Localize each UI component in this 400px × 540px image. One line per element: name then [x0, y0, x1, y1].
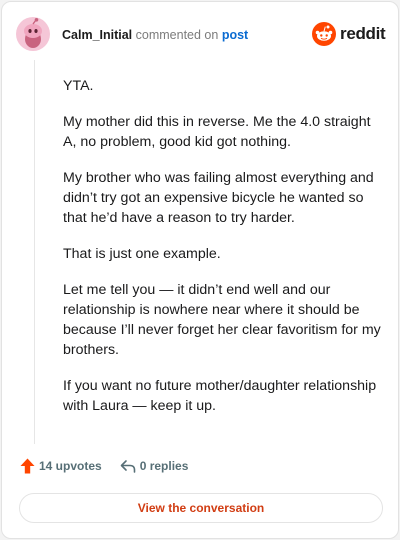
upvotes-count: 14 upvotes [39, 459, 102, 473]
upvote-arrow-icon [20, 458, 35, 474]
comment-meta: Calm_Initial commented on post [62, 28, 248, 42]
snoo-avatar-icon[interactable] [16, 17, 50, 51]
comment-body: YTA. My mother did this in reverse. Me t… [63, 76, 385, 432]
view-conversation-button[interactable]: View the conversation [19, 493, 383, 523]
username-link[interactable]: Calm_Initial [62, 28, 132, 42]
reddit-snoo-icon [312, 22, 336, 46]
reddit-wordmark: reddit [340, 24, 386, 43]
comment-paragraph: My mother did this in reverse. Me the 4.… [63, 114, 371, 150]
upvotes-stat[interactable]: 14 upvotes [20, 458, 102, 474]
comment-paragraph: If you want no future mother/daughter re… [63, 378, 377, 414]
comment-card: Calm_Initial commented on post reddit YT… [1, 1, 399, 539]
post-link[interactable]: post [222, 28, 248, 42]
comment-paragraph: My brother who was failing almost everyt… [63, 170, 374, 226]
comment-footer: 14 upvotes 0 replies [20, 458, 188, 474]
comment-paragraph: That is just one example. [63, 246, 221, 262]
comment-paragraph: Let me tell you — it didn’t end well and… [63, 282, 381, 358]
comment-paragraph: YTA. [63, 78, 94, 94]
replies-count: 0 replies [139, 459, 189, 473]
reply-arrow-icon [120, 460, 136, 473]
reddit-logo[interactable]: reddit [312, 22, 386, 46]
commented-on-text: commented on [135, 28, 219, 42]
thread-line [34, 60, 35, 444]
replies-stat[interactable]: 0 replies [120, 459, 189, 473]
